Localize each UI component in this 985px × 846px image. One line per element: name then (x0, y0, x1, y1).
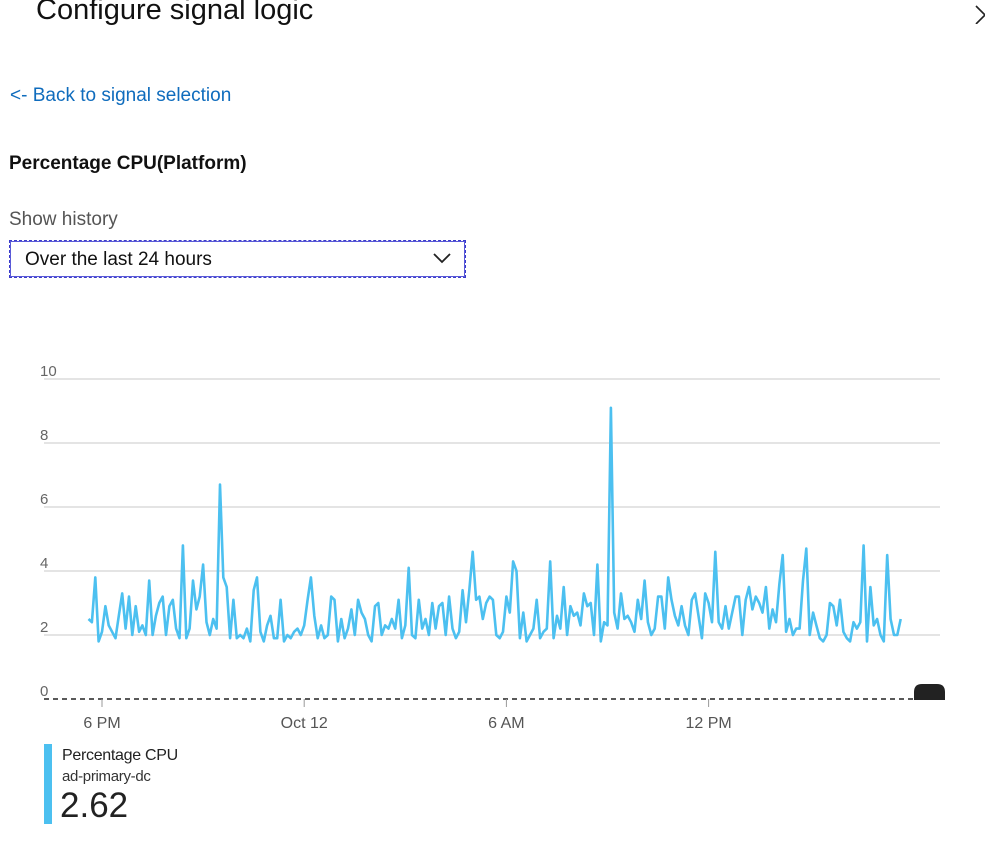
back-to-signal-selection-link[interactable]: <- Back to signal selection (10, 85, 231, 107)
cpu-chart: 0 2 4 6 8 10 6 PM Oct 12 6 AM 12 PM (40, 363, 945, 732)
y-tick-label: 0 (40, 683, 48, 700)
legend-resource-name: ad-primary-dc (62, 768, 151, 785)
y-tick-label: 10 (40, 363, 57, 380)
close-icon[interactable] (966, 2, 985, 24)
legend-series-name: Percentage CPU (62, 747, 178, 764)
signal-name: Percentage CPU(Platform) (9, 153, 247, 174)
show-history-dropdown[interactable]: Over the last 24 hours (9, 240, 466, 278)
x-tick-label: 6 PM (83, 715, 120, 732)
y-tick-label: 4 (40, 555, 48, 572)
y-tick-label: 8 (40, 427, 48, 444)
chart-handle[interactable] (914, 684, 945, 700)
chevron-down-icon (433, 253, 451, 264)
y-tick-label: 2 (40, 619, 48, 636)
x-tick-label: 6 AM (488, 715, 524, 732)
show-history-value: Over the last 24 hours (25, 249, 212, 270)
y-tick-label: 6 (40, 491, 48, 508)
legend-color-bar (44, 744, 52, 824)
page-title: Configure signal logic (36, 0, 314, 26)
x-tick-label: 12 PM (685, 715, 731, 732)
legend-value: 2.62 (60, 786, 129, 825)
show-history-label: Show history (9, 209, 118, 230)
x-tick-label: Oct 12 (281, 715, 328, 732)
